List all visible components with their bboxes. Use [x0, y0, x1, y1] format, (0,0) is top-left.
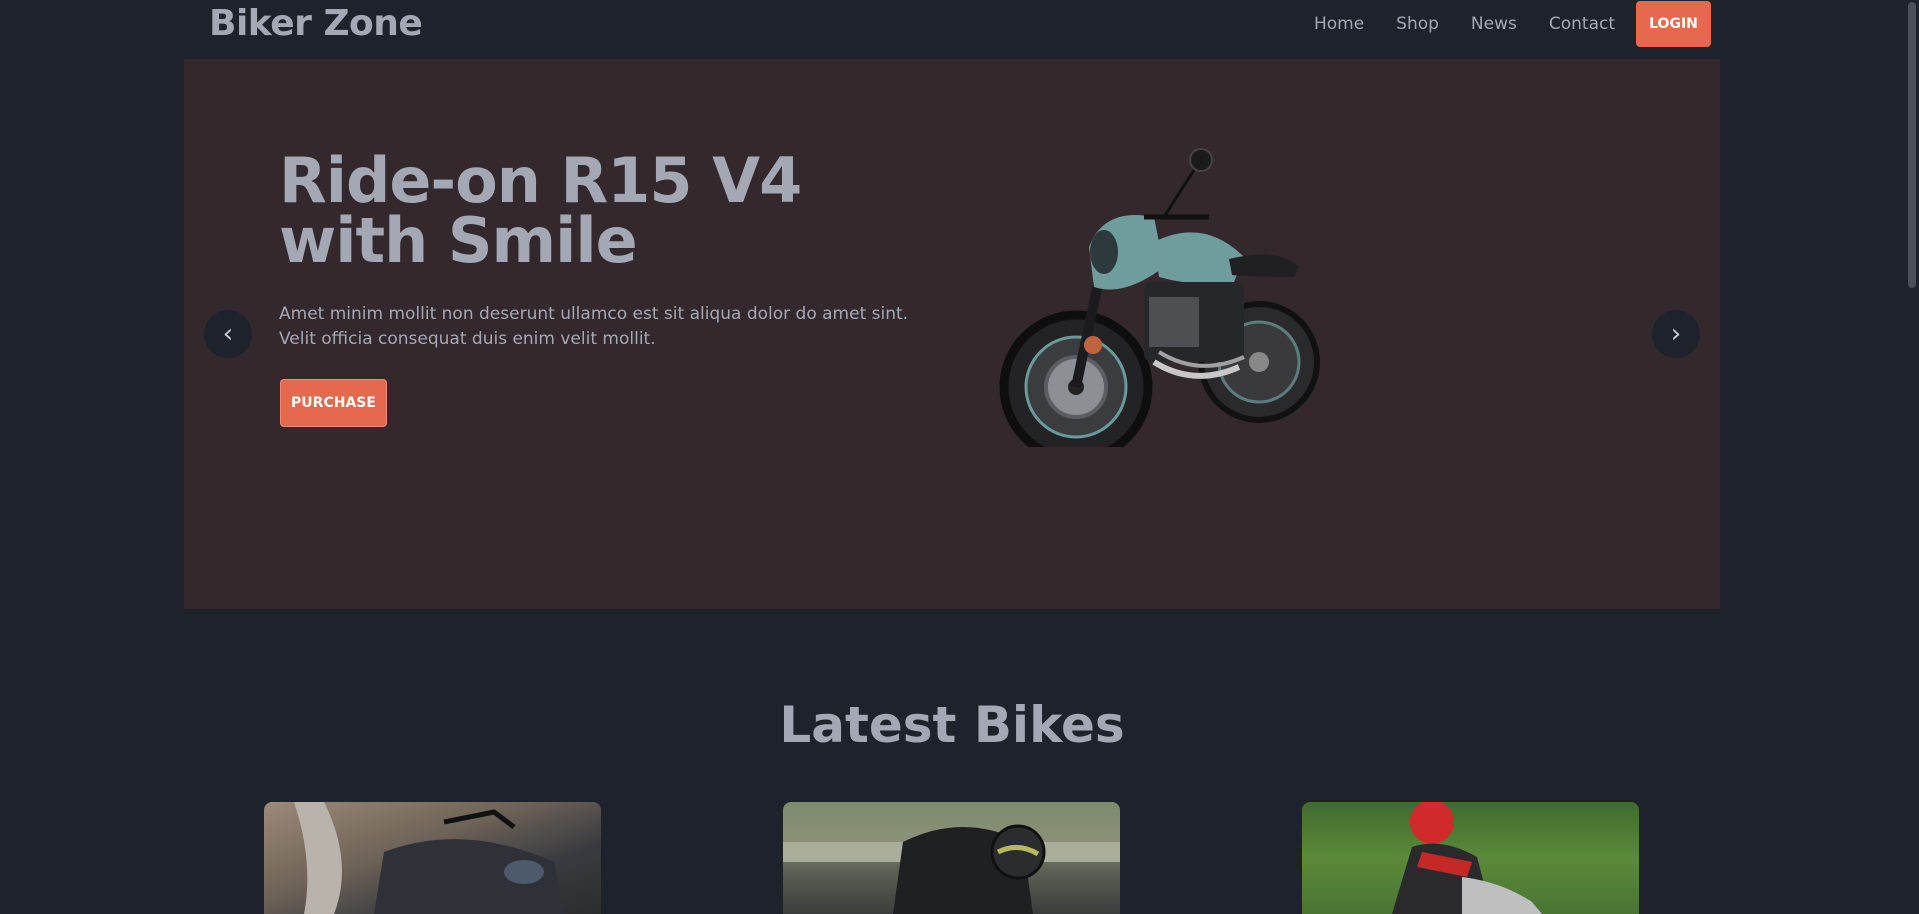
login-button[interactable]: LOGIN — [1636, 1, 1711, 47]
hero-title: Ride-on R15 V4 with Smile — [279, 144, 879, 277]
bike-card-3[interactable] — [1302, 802, 1639, 914]
motorcycle-image — [999, 148, 1320, 447]
carousel-next-button[interactable]: › — [1652, 310, 1700, 358]
hero-title-line1: Ride-on R15 V4 — [279, 144, 802, 217]
main-nav: Home Shop News Contact LOGIN — [1282, 1, 1711, 47]
bike-photo-1 — [294, 802, 564, 914]
nav-shop-link[interactable]: Shop — [1396, 2, 1439, 46]
bike-photo-3 — [1392, 802, 1542, 914]
purchase-button[interactable]: PURCHASE — [280, 379, 387, 427]
page-scrollbar[interactable] — [1904, 0, 1919, 914]
hero-title-line2: with Smile — [279, 204, 638, 277]
nav-contact-link[interactable]: Contact — [1549, 2, 1615, 46]
bike-card-2[interactable] — [783, 802, 1120, 914]
bike-card-1[interactable] — [264, 802, 601, 914]
site-logo[interactable]: Biker Zone — [209, 2, 423, 46]
scrollbar-thumb[interactable] — [1908, 2, 1916, 288]
nav-news-link[interactable]: News — [1471, 2, 1517, 46]
nav-home-link[interactable]: Home — [1314, 2, 1364, 46]
header: Biker Zone Home Shop News Contact LOGIN — [184, 0, 1720, 48]
carousel-prev-button[interactable]: ‹ — [204, 310, 252, 358]
chevron-right-icon: › — [1670, 319, 1682, 349]
chevron-left-icon: ‹ — [222, 319, 234, 349]
bike-photo-2 — [783, 824, 1120, 914]
latest-bikes-title: Latest Bikes — [779, 696, 1125, 754]
hero-carousel: ‹ Ride-on R15 V4 with Smile Amet minim m… — [184, 59, 1720, 609]
hero-description: Amet minim mollit non deserunt ullamco e… — [279, 304, 909, 349]
